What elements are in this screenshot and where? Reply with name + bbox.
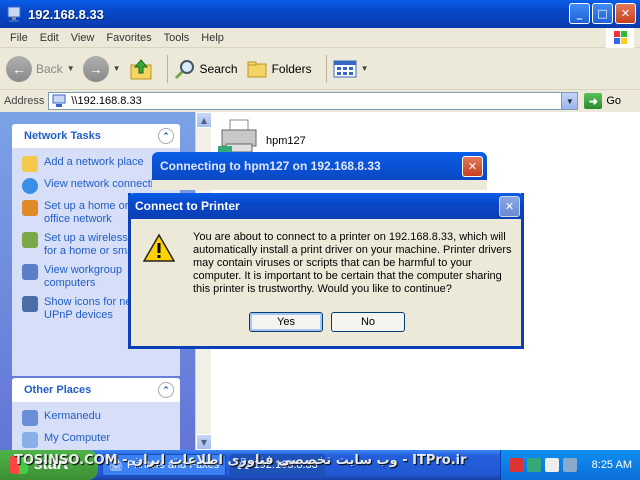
task-label: 192.168.8.33 <box>253 459 318 471</box>
dialog-close-button[interactable]: ✕ <box>499 196 520 217</box>
network-status-icon[interactable] <box>563 458 577 472</box>
network-computer-icon <box>22 410 38 426</box>
search-label: Search <box>199 61 238 76</box>
address-input[interactable]: \\192.168.8.33 ▼ <box>48 92 579 110</box>
place-kermanedu[interactable]: Kermanedu <box>22 410 172 426</box>
connecting-dialog: Connecting to hpm127 on 192.168.8.33 ✕ <box>152 152 487 190</box>
menu-help[interactable]: Help <box>195 32 230 44</box>
printer-icon: 🖨 <box>109 459 123 472</box>
network-tasks-title: Network Tasks <box>24 130 101 142</box>
connect-to-printer-dialog: Connect to Printer ✕ You are about to co… <box>128 193 524 349</box>
my-computer-icon <box>22 432 38 448</box>
start-label: start <box>34 456 69 473</box>
forward-dropdown-icon[interactable]: ▼ <box>113 64 121 73</box>
workgroup-icon <box>22 264 38 280</box>
place-label: Kermanedu <box>44 410 101 422</box>
network-folder-icon <box>7 6 21 22</box>
start-button[interactable]: start <box>0 450 98 480</box>
home-network-icon <box>22 200 38 216</box>
no-button[interactable]: No <box>331 312 405 332</box>
printer-name[interactable]: hpm127 <box>266 135 306 147</box>
menu-edit[interactable]: Edit <box>34 32 65 44</box>
window-title: 192.168.8.33 <box>28 6 104 22</box>
close-button[interactable]: ✕ <box>615 3 636 24</box>
place-my-computer[interactable]: My Computer <box>22 432 172 448</box>
go-arrow-icon: ➜ <box>584 93 603 109</box>
scroll-down-arrow-icon[interactable]: ▼ <box>196 434 212 450</box>
system-tray: 8:25 AM <box>500 450 640 480</box>
dialog-title: Connect to Printer <box>135 199 240 213</box>
back-dropdown-icon[interactable]: ▼ <box>67 64 75 73</box>
search-button[interactable]: Search <box>174 58 238 80</box>
yes-button[interactable]: Yes <box>249 312 323 332</box>
wireless-network-icon <box>22 232 38 248</box>
views-icon <box>333 60 357 77</box>
taskbar-192-168-8-33[interactable]: 🖧 192.168.8.33 <box>230 454 325 476</box>
address-value: \\192.168.8.33 <box>71 95 142 107</box>
windows-flag-icon <box>10 456 28 474</box>
other-places-header[interactable]: Other Places ⌃ <box>12 378 180 402</box>
folders-label: Folders <box>271 61 312 76</box>
views-button[interactable]: ▼ <box>333 59 369 79</box>
network-tasks-header[interactable]: Network Tasks ⌃ <box>12 124 180 148</box>
network-connections-icon <box>22 178 38 194</box>
taskbar: start 🖨 Printers and Faxes 🖧 192.168.8.3… <box>0 450 640 480</box>
menu-tools[interactable]: Tools <box>158 32 196 44</box>
task-view-network-connections[interactable]: View network connections <box>22 178 172 194</box>
toolbar: ← Back ▼ → ▼ Search Folders ▼ <box>0 48 640 90</box>
go-button[interactable]: ➜ Go <box>584 93 621 109</box>
toolbar-separator <box>166 54 168 83</box>
address-dropdown-icon[interactable]: ▼ <box>561 93 578 109</box>
windows-logo-icon <box>606 28 634 48</box>
address-label: Address <box>4 95 45 107</box>
warning-icon <box>143 233 175 262</box>
collapse-chevron-icon[interactable]: ⌃ <box>158 128 174 144</box>
place-label: My Computer <box>44 432 111 444</box>
minimize-button[interactable]: _ <box>569 3 590 24</box>
menu-file[interactable]: File <box>4 32 34 44</box>
folders-button[interactable]: Folders <box>246 59 312 79</box>
back-label: Back <box>36 61 63 76</box>
volume-icon[interactable] <box>545 458 559 472</box>
back-arrow-icon: ← <box>6 55 32 82</box>
address-bar: Address \\192.168.8.33 ▼ ➜ Go <box>0 90 640 112</box>
forward-button[interactable]: → ▼ <box>82 55 121 82</box>
upnp-icon <box>22 296 38 312</box>
task-add-network-place[interactable]: Add a network place <box>22 156 172 172</box>
menu-view[interactable]: View <box>65 32 101 44</box>
printer-icon[interactable] <box>218 118 262 154</box>
network-folder-icon <box>52 94 66 107</box>
task-label: Add a network place <box>44 156 144 168</box>
connecting-dialog-title: Connecting to hpm127 on 192.168.8.33 <box>160 159 381 173</box>
scroll-up-arrow-icon[interactable]: ▲ <box>196 112 212 128</box>
clock[interactable]: 8:25 AM <box>592 459 632 471</box>
up-folder-icon <box>130 58 152 79</box>
other-places-title: Other Places <box>24 384 92 396</box>
connecting-close-button[interactable]: ✕ <box>462 156 483 177</box>
menu-favorites[interactable]: Favorites <box>100 32 157 44</box>
back-button[interactable]: ← Back ▼ <box>6 55 75 82</box>
dialog-message: You are about to connect to a printer on… <box>193 231 512 295</box>
vmware-icon[interactable] <box>527 458 541 472</box>
other-places-panel: Other Places ⌃ Kermanedu My Computer <box>12 378 180 450</box>
add-network-place-icon <box>22 156 38 172</box>
search-icon <box>174 59 194 79</box>
forward-arrow-icon: → <box>82 55 109 82</box>
folders-icon <box>247 61 267 77</box>
go-label: Go <box>606 95 622 107</box>
menu-bar: File Edit View Favorites Tools Help <box>0 28 640 48</box>
views-dropdown-icon: ▼ <box>360 64 369 73</box>
network-folder-icon: 🖧 <box>237 458 250 471</box>
window-titlebar: 192.168.8.33 _ □ ✕ <box>0 0 640 28</box>
dialog-titlebar: Connect to Printer ✕ <box>128 193 524 219</box>
security-shield-icon[interactable] <box>509 458 523 472</box>
taskbar-printers-and-faxes[interactable]: 🖨 Printers and Faxes <box>102 454 227 476</box>
collapse-chevron-icon[interactable]: ⌃ <box>158 382 174 398</box>
toolbar-separator <box>325 54 327 83</box>
up-button[interactable] <box>129 57 153 81</box>
task-label: Printers and Faxes <box>126 459 220 471</box>
maximize-button[interactable]: □ <box>592 3 613 24</box>
